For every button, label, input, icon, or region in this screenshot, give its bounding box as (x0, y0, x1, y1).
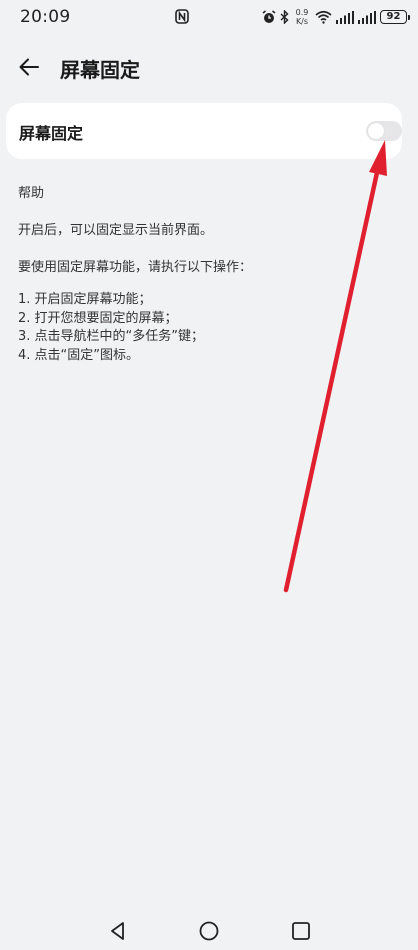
help-step: 1. 开启固定屏幕功能； (18, 292, 152, 307)
help-lead: 要使用固定屏幕功能，请执行以下操作： (18, 260, 253, 275)
status-time: 20:09 (20, 7, 71, 27)
cellular-signal-icon (358, 10, 376, 24)
status-bar: 20:09 0.9 K/s 92 (0, 0, 418, 34)
nfc-icon (175, 9, 189, 24)
screen-pinning-label: 屏幕固定 (19, 124, 84, 143)
annotation-arrow-shaft (283, 165, 381, 593)
help-steps: 1. 开启固定屏幕功能； 2. 打开您想要固定的屏幕； 3. 点击导航栏中的“多… (18, 291, 204, 365)
status-icons: 0.9 K/s 92 (262, 6, 410, 28)
wifi-icon (315, 10, 332, 24)
nav-back-icon[interactable] (107, 920, 129, 942)
help-intro: 开启后，可以固定显示当前界面。 (18, 223, 214, 238)
battery-cap (408, 14, 410, 20)
navigation-bar (0, 912, 418, 950)
nav-home-icon[interactable] (198, 920, 220, 942)
help-step: 2. 打开您想要固定的屏幕； (18, 310, 178, 326)
back-arrow-icon[interactable] (16, 54, 42, 80)
network-speed-unit: K/s (295, 17, 309, 26)
cellular-signal-icon (336, 10, 354, 24)
nav-recents-icon[interactable] (290, 920, 312, 942)
toggle-knob (368, 123, 384, 139)
network-speed-value: 0.9 (295, 8, 309, 17)
screen-pinning-setting[interactable]: 屏幕固定 (6, 103, 402, 159)
screen-pinning-toggle[interactable] (366, 121, 402, 141)
alarm-icon (262, 10, 276, 23)
help-step: 3. 点击导航栏中的“多任务”键； (18, 329, 205, 344)
page-title: 屏幕固定 (60, 58, 140, 82)
title-bar: 屏幕固定 (0, 48, 418, 86)
help-step: 4. 点击“固定”图标。 (18, 347, 140, 363)
battery-icon: 92 (380, 10, 407, 24)
network-speed: 0.9 K/s (293, 8, 311, 26)
bluetooth-icon (280, 10, 289, 24)
help-title: 帮助 (18, 186, 45, 201)
